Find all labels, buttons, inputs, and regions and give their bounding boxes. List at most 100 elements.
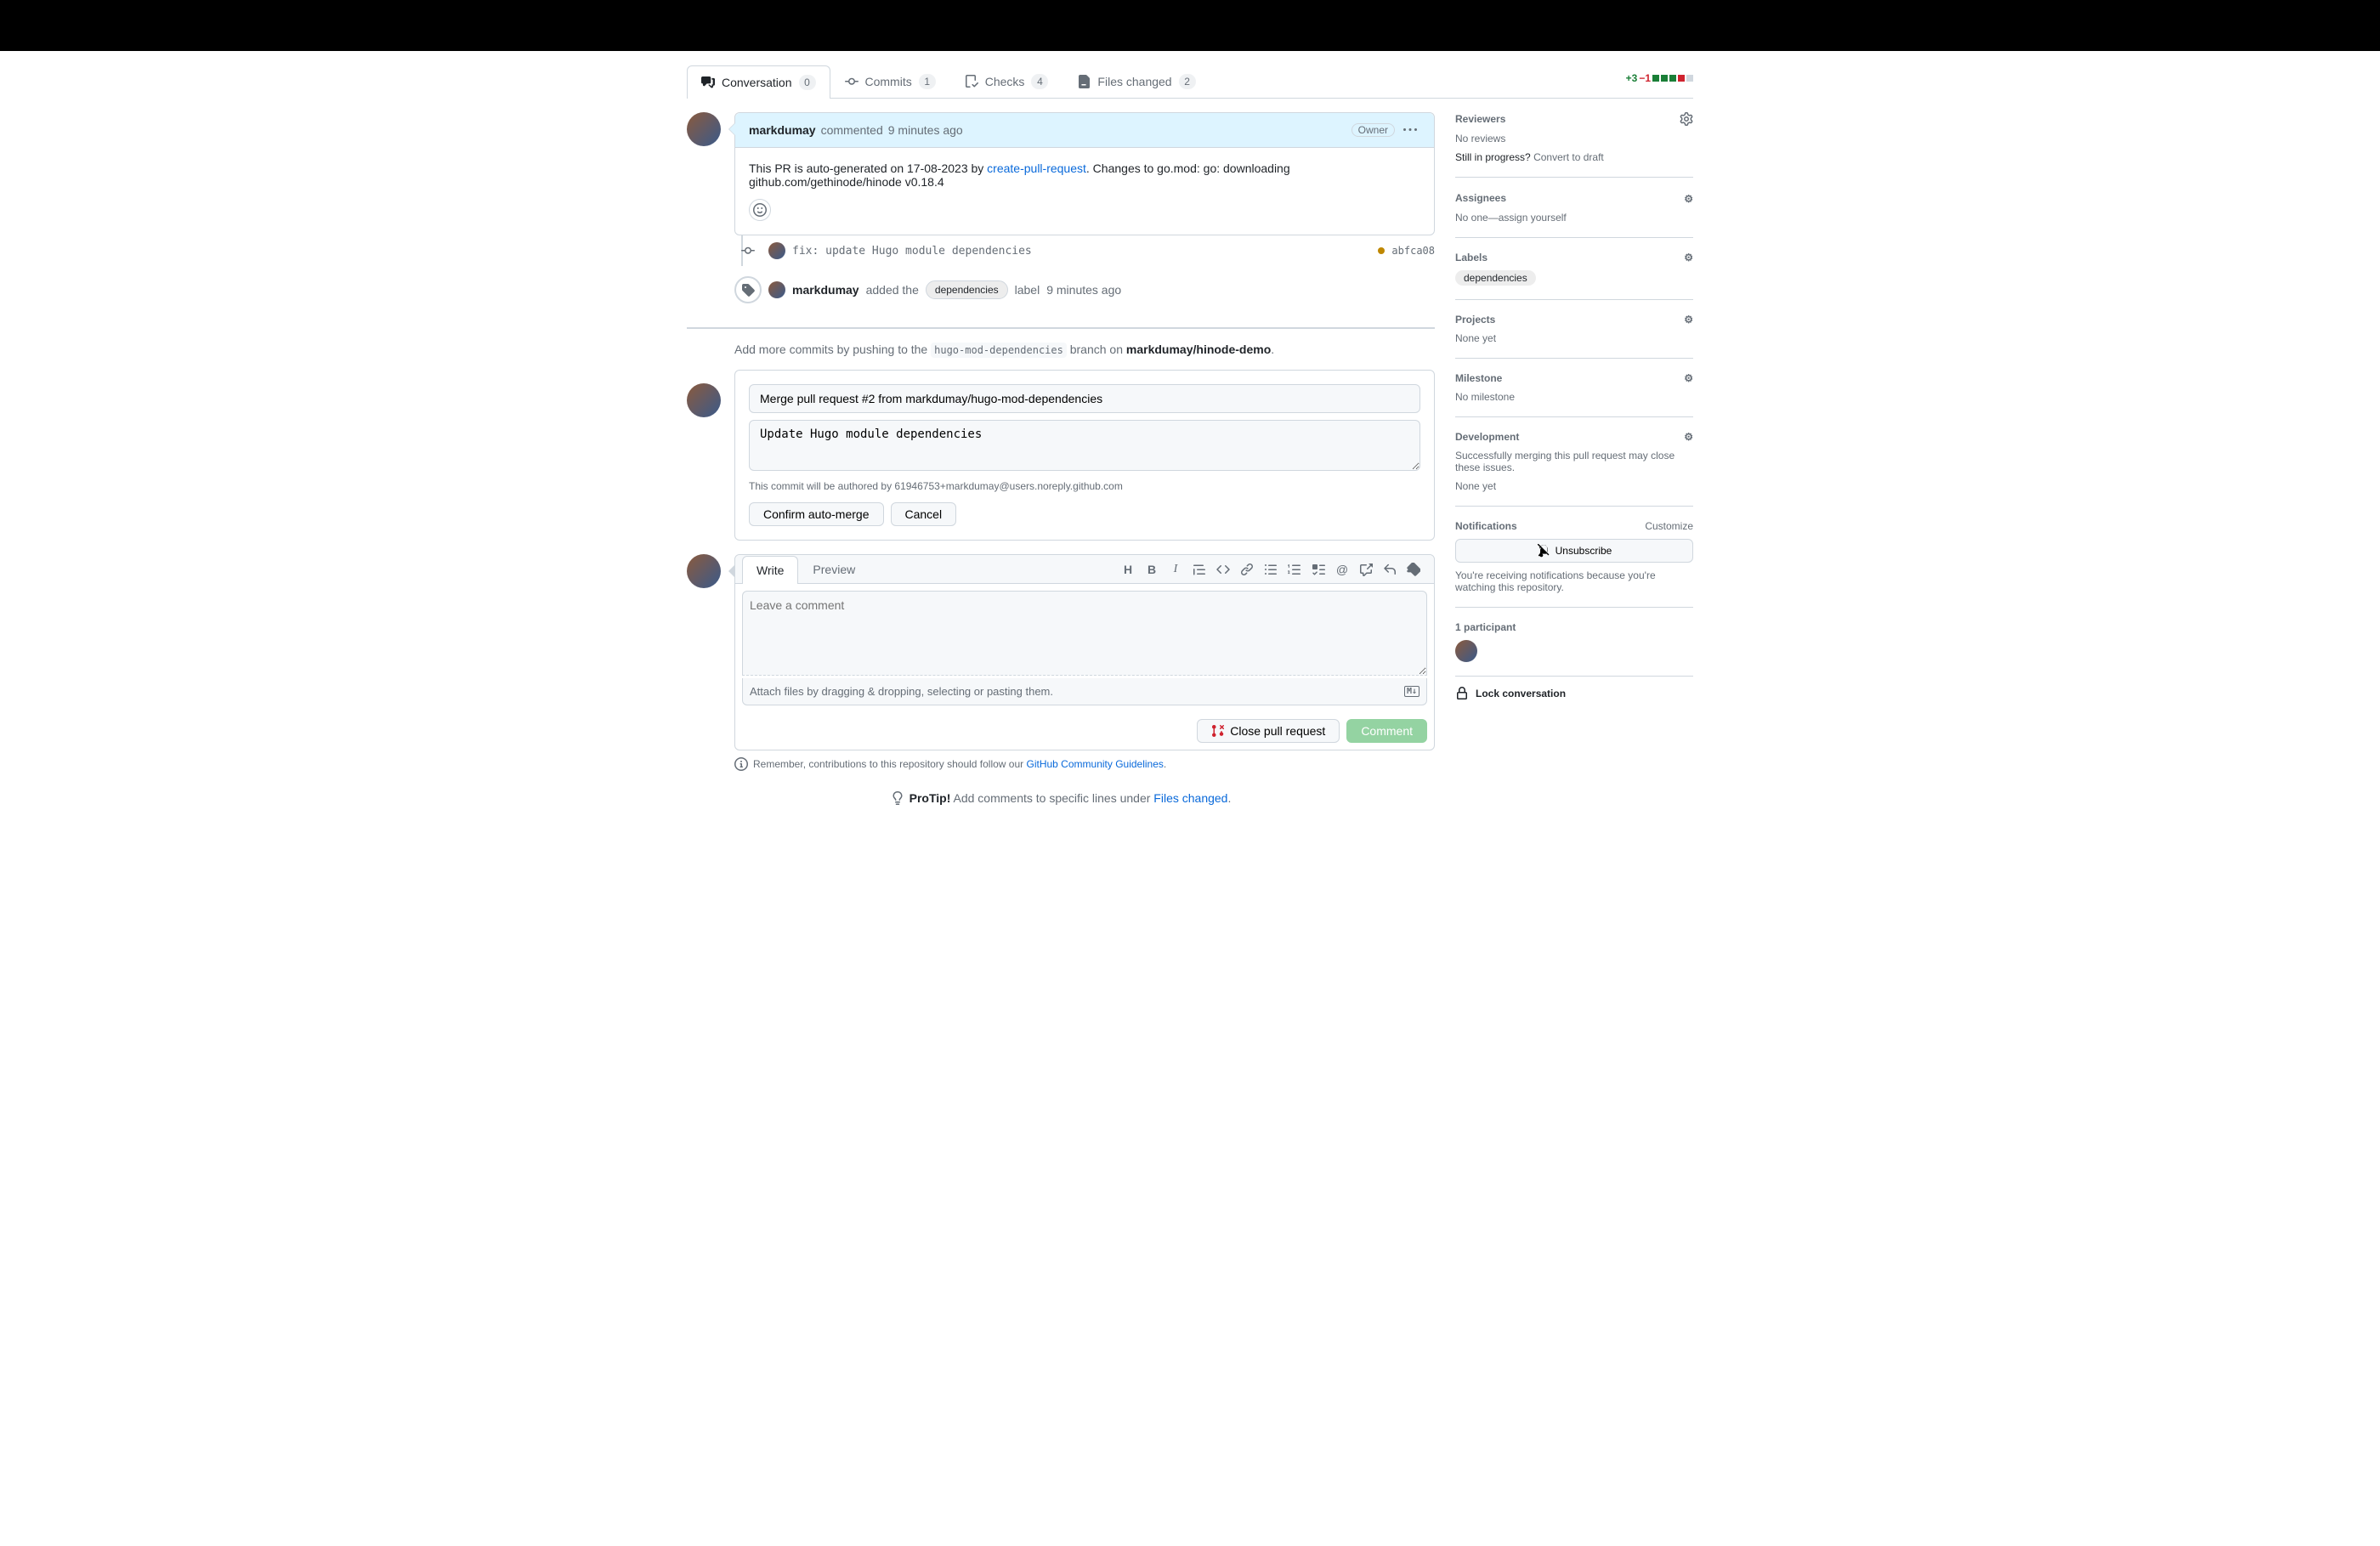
gear-icon[interactable]: ⚙ [1684, 314, 1693, 326]
repo-name: markdumay/hinode-demo [1126, 343, 1271, 356]
write-tab[interactable]: Write [742, 556, 798, 584]
comment-textarea[interactable] [742, 591, 1427, 676]
label-event-time[interactable]: 9 minutes ago [1046, 283, 1121, 297]
merge-avatar[interactable] [687, 383, 721, 417]
git-commit-icon [845, 75, 858, 88]
diff-deletions: −1 [1639, 72, 1651, 84]
comment-time[interactable]: 9 minutes ago [888, 123, 963, 137]
avatar[interactable] [687, 112, 721, 146]
development-section: Development⚙ Successfully merging this p… [1455, 417, 1693, 507]
add-reaction-button[interactable] [749, 199, 771, 221]
assign-yourself-link[interactable]: assign yourself [1499, 212, 1567, 224]
milestone-section: Milestone⚙ No milestone [1455, 359, 1693, 417]
convert-draft-link[interactable]: Convert to draft [1533, 151, 1604, 163]
branch-name: hugo-mod-dependencies [931, 343, 1067, 358]
label-event-avatar[interactable] [768, 281, 785, 298]
list-unordered-icon[interactable] [1264, 563, 1278, 576]
link-icon[interactable] [1240, 563, 1254, 576]
tasklist-icon[interactable] [1312, 563, 1325, 576]
bold-icon[interactable]: B [1145, 563, 1159, 576]
projects-section: Projects⚙ None yet [1455, 300, 1693, 359]
tab-conversation[interactable]: Conversation 0 [687, 65, 830, 99]
tab-files-label: Files changed [1097, 75, 1171, 88]
tab-checks[interactable]: Checks 4 [950, 65, 1063, 98]
commit-item: fix: update Hugo module dependencies abf… [687, 235, 1435, 266]
kebab-icon [1403, 123, 1417, 137]
opening-comment: markdumay commented 9 minutes ago Owner … [687, 112, 1435, 235]
heading-icon[interactable]: H [1121, 563, 1135, 576]
commit-message[interactable]: fix: update Hugo module dependencies [792, 245, 1371, 258]
md-toolbar: H B I @ [1121, 563, 1427, 576]
gear-icon[interactable]: ⚙ [1684, 431, 1693, 443]
merge-author-note: This commit will be authored by 61946753… [749, 480, 1420, 492]
gear-icon[interactable]: ⚙ [1684, 372, 1693, 384]
diff-additions: +3 [1626, 72, 1638, 84]
unsubscribe-button[interactable]: Unsubscribe [1455, 539, 1693, 563]
bell-slash-icon [1537, 544, 1550, 558]
list-ordered-icon[interactable] [1288, 563, 1301, 576]
lock-icon [1455, 687, 1469, 700]
commit-sha[interactable]: abfca08 [1391, 245, 1435, 257]
tab-conversation-count: 0 [799, 75, 816, 90]
merge-title-input[interactable] [749, 384, 1420, 413]
label-chip[interactable]: dependencies [926, 280, 1008, 299]
participant-avatar[interactable] [1455, 640, 1477, 662]
attach-hint[interactable]: Attach files by dragging & dropping, sel… [742, 678, 1427, 705]
quote-icon[interactable] [1193, 563, 1206, 576]
gear-icon[interactable] [1680, 112, 1693, 126]
create-pr-link[interactable]: create-pull-request [987, 161, 1086, 175]
customize-link[interactable]: Customize [1645, 520, 1693, 532]
guidelines-link[interactable]: GitHub Community Guidelines [1027, 758, 1164, 770]
merge-form: Update Hugo module dependencies This com… [734, 370, 1435, 541]
protip-link[interactable]: Files changed [1153, 791, 1227, 805]
mention-icon[interactable]: @ [1335, 563, 1349, 576]
comment-menu-button[interactable] [1400, 120, 1420, 140]
cancel-merge-button[interactable]: Cancel [891, 502, 957, 526]
italic-icon[interactable]: I [1169, 563, 1182, 576]
saved-replies-icon[interactable] [1407, 563, 1420, 576]
checklist-icon [965, 75, 978, 88]
divider [687, 327, 1435, 329]
guidelines-note: Remember, contributions to this reposito… [734, 757, 1435, 771]
smiley-icon [753, 203, 767, 217]
label-event: markdumay added the dependencies label 9… [687, 266, 1435, 314]
comment-body: This PR is auto-generated on 17-08-2023 … [735, 148, 1434, 235]
comment-author[interactable]: markdumay [749, 123, 816, 137]
pr-tabs: Conversation 0 Commits 1 Checks 4 Files … [687, 65, 1693, 99]
participants-section: 1 participant [1455, 608, 1693, 677]
labels-section: Labels⚙ dependencies [1455, 238, 1693, 300]
preview-tab[interactable]: Preview [798, 555, 870, 583]
reviewers-section: Reviewers No reviews Still in progress? … [1455, 112, 1693, 178]
label-dependencies[interactable]: dependencies [1455, 270, 1536, 286]
protip: ProTip! Add comments to specific lines u… [687, 791, 1435, 805]
tab-conversation-label: Conversation [722, 76, 792, 89]
label-event-author[interactable]: markdumay [792, 283, 859, 297]
tab-commits[interactable]: Commits 1 [830, 65, 950, 98]
git-commit-icon [741, 244, 755, 258]
comment-button[interactable]: Comment [1346, 719, 1427, 743]
commit-avatar[interactable] [768, 242, 785, 259]
form-avatar[interactable] [687, 554, 721, 588]
comment-action: commented [821, 123, 883, 137]
comment-header: markdumay commented 9 minutes ago Owner [735, 113, 1434, 148]
close-pr-button[interactable]: Close pull request [1197, 719, 1340, 743]
cross-reference-icon[interactable] [1359, 563, 1373, 576]
diffstat: +3 −1 [1626, 72, 1693, 91]
tab-commits-count: 1 [919, 74, 936, 89]
tab-checks-label: Checks [985, 75, 1025, 88]
owner-badge: Owner [1352, 123, 1395, 137]
gear-icon[interactable]: ⚙ [1670, 191, 1693, 205]
gear-icon[interactable]: ⚙ [1684, 252, 1693, 263]
markdown-icon[interactable]: M↓ [1404, 686, 1420, 697]
assignees-section: Assignees⚙ No one—assign yourself [1455, 178, 1693, 238]
lightbulb-icon [891, 791, 904, 805]
comment-form: Write Preview H B I @ [734, 554, 1435, 750]
reply-icon[interactable] [1383, 563, 1397, 576]
confirm-auto-merge-button[interactable]: Confirm auto-merge [749, 502, 884, 526]
code-icon[interactable] [1216, 563, 1230, 576]
tab-files[interactable]: Files changed 2 [1062, 65, 1210, 98]
commit-status-icon[interactable] [1378, 247, 1385, 254]
merge-desc-textarea[interactable]: Update Hugo module dependencies [749, 420, 1420, 471]
lock-conversation-button[interactable]: Lock conversation [1455, 677, 1693, 711]
comment-discussion-icon [701, 76, 715, 89]
